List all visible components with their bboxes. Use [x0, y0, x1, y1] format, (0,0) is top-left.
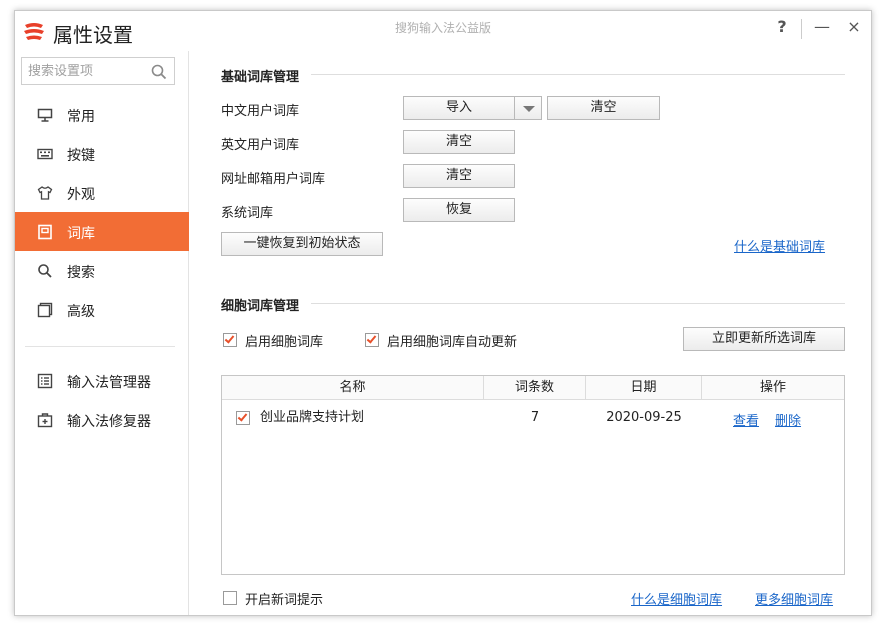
column-header-name[interactable]: 名称 [222, 376, 484, 400]
sidebar-item-ime-repair[interactable]: 输入法修复器 [15, 400, 189, 439]
manager-icon [37, 373, 53, 389]
title-bar: 属性设置 搜狗输入法公益版 ? — × [15, 11, 871, 51]
what-is-basic-dict-link[interactable]: 什么是基础词库 [734, 236, 825, 255]
sidebar-item-label: 高级 [67, 304, 95, 320]
row-name: 创业品牌支持计划 [260, 410, 365, 425]
row-select-checkbox[interactable] [236, 411, 250, 425]
enable-cell-dict-label: 启用细胞词库 [245, 335, 324, 350]
chinese-clear-button[interactable]: 清空 [547, 96, 660, 120]
web-email-clear-button[interactable]: 清空 [403, 164, 515, 188]
sidebar-item-label: 外观 [67, 187, 95, 203]
sidebar-tools: 输入法管理器 输入法修复器 [15, 361, 189, 439]
keyboard-icon [37, 148, 53, 160]
row-count: 7 [530, 410, 540, 425]
sidebar-item-ime-manager[interactable]: 输入法管理器 [15, 361, 189, 400]
section-divider [311, 303, 845, 304]
new-word-tip-checkbox[interactable] [223, 591, 237, 605]
column-header-count[interactable]: 词条数 [484, 376, 586, 400]
monitor-icon [37, 108, 53, 122]
magnifier-icon[interactable] [150, 63, 168, 81]
sidebar-item-label: 输入法修复器 [67, 414, 151, 430]
column-header-actions: 操作 [759, 380, 786, 395]
table-row: 创业品牌支持计划 7 2020-09-25 查看 删除 [222, 404, 844, 432]
sidebar-item-label: 按键 [67, 148, 95, 164]
auto-update-label: 启用细胞词库自动更新 [387, 335, 518, 350]
shirt-icon [37, 186, 53, 200]
system-restore-button[interactable]: 恢复 [403, 198, 515, 222]
basic-dictionary-title: 基础词库管理 [221, 70, 300, 85]
close-button[interactable]: × [843, 17, 865, 41]
reset-all-button[interactable]: 一键恢复到初始状态 [221, 232, 383, 256]
column-header-date[interactable]: 日期 [586, 376, 702, 400]
search-icon [38, 264, 52, 278]
sidebar-item-label: 词库 [67, 226, 95, 242]
check-mark-icon [237, 411, 248, 422]
check-mark-icon [224, 333, 235, 344]
sidebar-item-keys[interactable]: 按键 [15, 134, 189, 173]
table-header: 名称 词条数 日期 操作 [222, 376, 844, 400]
settings-window: 属性设置 搜狗输入法公益版 ? — × 常用 [14, 10, 872, 616]
chevron-down-icon [523, 106, 535, 112]
english-user-dict-label: 英文用户词库 [221, 138, 300, 153]
english-clear-button[interactable]: 清空 [403, 130, 515, 154]
cell-dictionary-title: 细胞词库管理 [221, 299, 300, 314]
minimize-button[interactable]: — [811, 17, 833, 41]
main-panel: 基础词库管理 中文用户词库 导入 清空 英文用户词库 清空 网址邮箱用户词库 清… [189, 51, 871, 615]
system-dict-label: 系统词库 [221, 206, 274, 221]
auto-update-checkbox[interactable] [365, 333, 379, 347]
new-word-tip-label: 开启新词提示 [245, 593, 324, 608]
sidebar-item-search[interactable]: 搜索 [15, 251, 189, 290]
delete-link[interactable]: 删除 [775, 410, 801, 429]
dictionary-icon [38, 224, 52, 240]
web-email-dict-label: 网址邮箱用户词库 [221, 172, 326, 187]
sidebar: 常用 按键 外观 词库 [15, 51, 189, 615]
section-divider [311, 74, 845, 75]
settings-search-box [21, 57, 175, 85]
sidebar-item-dictionary[interactable]: 词库 [15, 212, 189, 251]
import-dropdown-button[interactable] [514, 96, 542, 120]
window-caption: 搜狗输入法公益版 [394, 21, 491, 35]
sidebar-divider [25, 346, 175, 347]
sidebar-item-label: 输入法管理器 [67, 375, 151, 391]
sidebar-item-common[interactable]: 常用 [15, 95, 189, 134]
what-is-cell-dict-link[interactable]: 什么是细胞词库 [631, 589, 722, 608]
sidebar-item-advanced[interactable]: 高级 [15, 290, 189, 329]
settings-search-input[interactable] [28, 62, 146, 80]
sidebar-item-appearance[interactable]: 外观 [15, 173, 189, 212]
title-separator [801, 19, 802, 39]
sidebar-nav: 常用 按键 外观 词库 搜索 高级 [15, 95, 189, 329]
repair-icon [37, 413, 53, 428]
chinese-user-dict-label: 中文用户词库 [221, 104, 300, 119]
view-link[interactable]: 查看 [733, 410, 759, 429]
cell-dict-table: 名称 词条数 日期 操作 创业品牌支持计划 7 2020-09-25 查看 删除 [221, 375, 845, 575]
sidebar-item-label: 搜索 [67, 265, 95, 281]
enable-cell-dict-checkbox[interactable] [223, 333, 237, 347]
sidebar-item-label: 常用 [67, 109, 95, 125]
check-mark-icon [366, 333, 377, 344]
import-button[interactable]: 导入 [403, 96, 515, 120]
advanced-icon [37, 302, 53, 318]
update-selected-button[interactable]: 立即更新所选词库 [683, 327, 845, 351]
row-date: 2020-09-25 [606, 410, 682, 425]
help-button[interactable]: ? [771, 17, 793, 41]
more-cell-dict-link[interactable]: 更多细胞词库 [755, 589, 833, 608]
